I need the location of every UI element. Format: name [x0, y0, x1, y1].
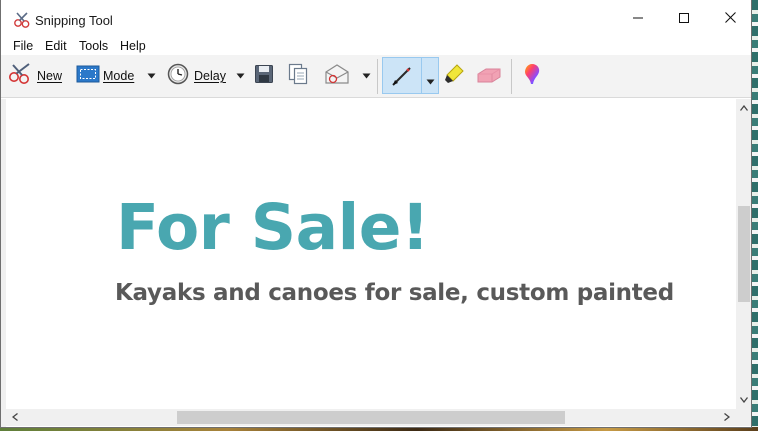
pen-tool-button[interactable]: [382, 57, 439, 94]
close-icon: [724, 10, 736, 28]
minimize-icon: [633, 10, 643, 28]
snip-subline: Kayaks and canoes for sale, custom paint…: [115, 280, 674, 306]
menu-edit[interactable]: Edit: [45, 39, 67, 53]
vertical-scrollbar[interactable]: [736, 99, 751, 409]
eraser-icon: [476, 64, 502, 89]
desktop-background-right: [752, 0, 758, 431]
scrollbar-corner: [736, 409, 751, 426]
scroll-right-icon[interactable]: [720, 410, 734, 424]
pen-dropdown-caret[interactable]: [426, 72, 435, 90]
menu-help[interactable]: Help: [120, 39, 146, 53]
delay-dropdown-caret[interactable]: [236, 68, 245, 84]
new-button[interactable]: New: [8, 60, 62, 92]
highlighter-button[interactable]: [443, 60, 465, 92]
title-bar[interactable]: Snipping Tool: [1, 0, 751, 38]
send-snip-button[interactable]: [324, 60, 350, 92]
eraser-button[interactable]: [476, 60, 502, 92]
copy-icon: [288, 63, 308, 90]
toolbar-separator-2: [511, 59, 512, 94]
mode-rectangle-icon: [76, 64, 100, 89]
copy-button[interactable]: [288, 60, 308, 92]
mode-dropdown-caret[interactable]: [147, 68, 156, 84]
new-label: New: [37, 69, 63, 83]
snipping-tool-window: Snipping Tool File Edit Tools Help New M…: [0, 0, 752, 428]
horizontal-scrollbar[interactable]: [6, 409, 736, 426]
send-dropdown-caret[interactable]: [362, 68, 371, 84]
menu-tools[interactable]: Tools: [79, 39, 108, 53]
send-snip-icon: [324, 63, 350, 90]
pen-split-divider: [421, 58, 422, 93]
mode-label: Mode: [103, 69, 135, 83]
snip-canvas[interactable]: For Sale! Kayaks and canoes for sale, cu…: [6, 99, 736, 409]
toolbar: New Mode Delay: [1, 55, 751, 98]
horizontal-scroll-thumb[interactable]: [177, 411, 565, 424]
save-snip-button[interactable]: [254, 60, 274, 92]
menu-bar: File Edit Tools Help: [1, 38, 751, 55]
scroll-down-icon[interactable]: [737, 393, 751, 407]
scroll-left-icon[interactable]: [8, 410, 22, 424]
snip-headline: For Sale!: [116, 191, 430, 264]
maximize-button[interactable]: [661, 0, 707, 38]
menu-file[interactable]: File: [13, 39, 33, 53]
window-title: Snipping Tool: [35, 13, 113, 28]
scissors-icon: [8, 62, 34, 91]
save-icon: [254, 64, 274, 89]
delay-label: Delay: [194, 69, 226, 83]
maximize-icon: [679, 10, 689, 28]
delay-button[interactable]: Delay: [167, 60, 226, 92]
mode-button[interactable]: Mode: [76, 60, 134, 92]
scissors-app-icon: [13, 11, 31, 29]
paint3d-icon: [522, 63, 542, 90]
minimize-button[interactable]: [615, 0, 661, 38]
edit-paint3d-button[interactable]: [522, 60, 542, 92]
scroll-up-icon[interactable]: [737, 101, 751, 115]
toolbar-separator: [377, 59, 378, 94]
clock-icon: [167, 63, 189, 90]
close-button[interactable]: [707, 0, 751, 38]
vertical-scroll-thumb[interactable]: [738, 206, 750, 302]
highlighter-icon: [443, 63, 465, 90]
pen-icon: [391, 65, 413, 92]
